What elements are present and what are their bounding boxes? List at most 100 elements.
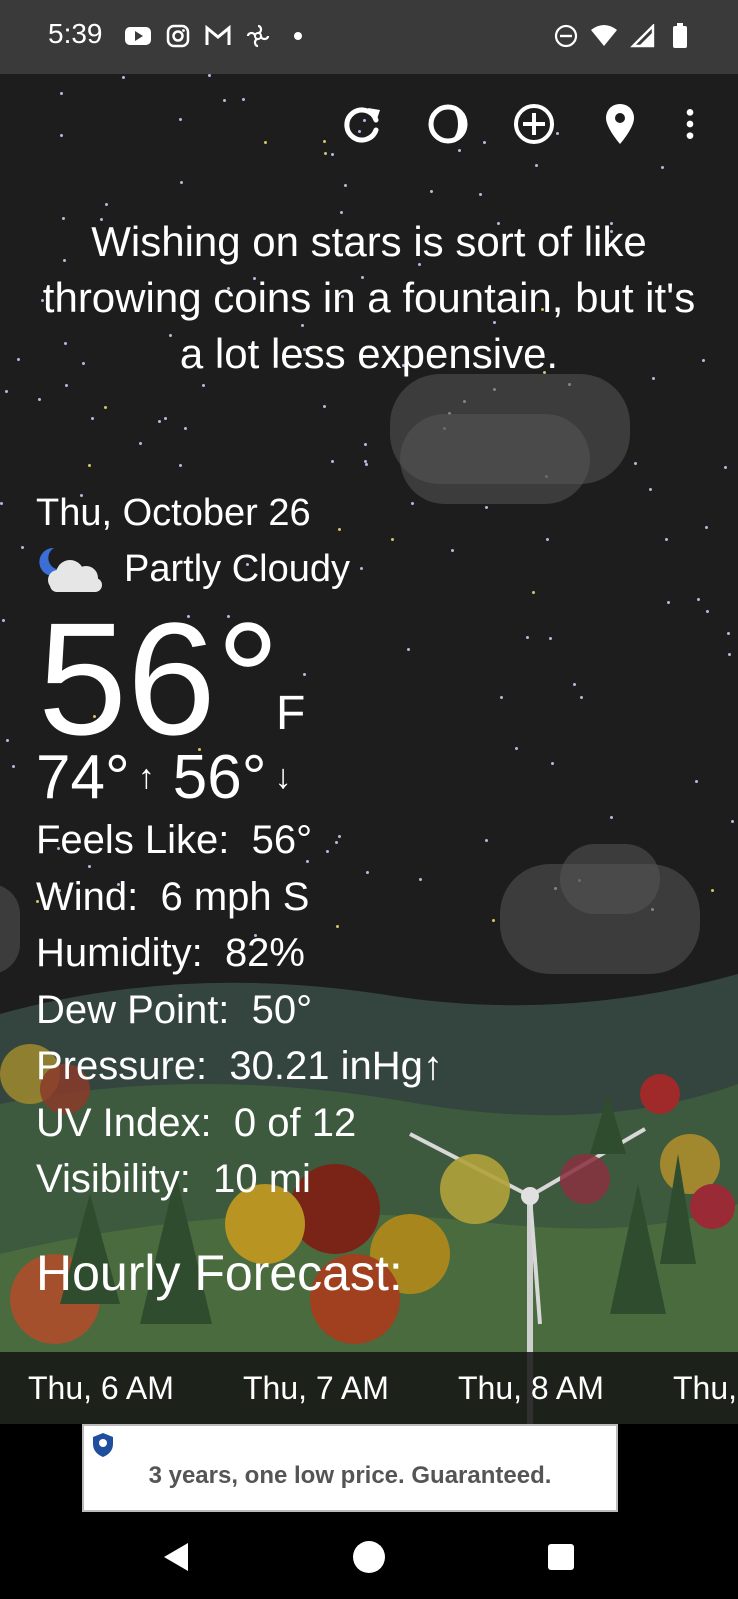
star: [391, 538, 394, 541]
star: [526, 636, 529, 639]
status-bar: 5:39: [0, 0, 738, 74]
star: [634, 462, 637, 465]
add-location-icon: [514, 104, 554, 144]
background-cloud: [400, 414, 590, 504]
star: [649, 488, 652, 491]
dnd-icon: [552, 22, 580, 50]
star: [407, 648, 410, 651]
home-icon: [353, 1541, 385, 1573]
star: [17, 358, 20, 361]
detail-pressure: Pressure: 30.21 inHg↑: [36, 1044, 443, 1088]
star: [365, 463, 368, 466]
star: [546, 538, 549, 541]
star: [184, 427, 187, 430]
star: [338, 528, 341, 531]
pinwheel-icon: [244, 22, 272, 50]
add-location-button[interactable]: [506, 96, 562, 152]
star: [411, 502, 414, 505]
hourly-item[interactable]: Thu,: [645, 1370, 738, 1407]
star: [731, 820, 734, 823]
star: [551, 762, 554, 765]
ad-text: 3 years, one low price. Guaranteed.: [148, 1462, 552, 1489]
pine-tree: [610, 1184, 666, 1314]
ad-banner[interactable]: 3 years, one low price. Guaranteed.: [82, 1424, 618, 1512]
tree-canopy: [640, 1074, 680, 1114]
recents-icon: [548, 1544, 574, 1570]
star: [728, 653, 731, 656]
star: [492, 919, 495, 922]
instagram-icon: [164, 22, 192, 50]
moon-phase-button[interactable]: [420, 96, 476, 152]
detail-dew-point: Dew Point: 50°: [36, 987, 313, 1032]
star: [711, 889, 714, 892]
detail-feels-like: Feels Like: 56°: [36, 818, 313, 862]
battery-icon: [666, 22, 694, 50]
wifi-icon: [590, 22, 618, 50]
star: [667, 601, 670, 604]
star: [451, 549, 454, 552]
star: [610, 816, 613, 819]
detail-visibility: Visibility: 10 mi: [36, 1157, 311, 1201]
hourly-item[interactable]: Thu, 6 AM: [0, 1370, 215, 1407]
location-button[interactable]: [592, 96, 648, 152]
star: [202, 384, 205, 387]
detail-wind: Wind: 6 mph S: [36, 874, 310, 919]
condition-row: Partly Cloudy: [36, 544, 350, 594]
refresh-icon: [344, 107, 380, 143]
star: [580, 696, 583, 699]
pine-tree: [660, 1154, 696, 1264]
home-button[interactable]: [344, 1532, 394, 1582]
star: [139, 442, 142, 445]
star: [6, 739, 9, 742]
star: [344, 184, 347, 187]
star: [360, 567, 363, 570]
star: [665, 538, 668, 541]
status-time: 5:39: [48, 18, 103, 49]
hourly-item[interactable]: Thu, 8 AM: [430, 1370, 645, 1407]
condition-text: Partly Cloudy: [124, 547, 350, 590]
star: [479, 193, 482, 196]
star: [485, 839, 488, 842]
star: [38, 398, 41, 401]
overflow-menu-button[interactable]: [670, 96, 710, 152]
tree-canopy: [560, 1154, 610, 1204]
star: [331, 153, 334, 156]
tree-canopy: [440, 1154, 510, 1224]
tree-canopy: [690, 1184, 735, 1229]
star: [122, 76, 125, 79]
star: [661, 166, 664, 169]
back-icon: [164, 1543, 188, 1571]
star: [532, 591, 535, 594]
star: [535, 164, 538, 167]
weather-quote: Wishing on stars is sort of like throwin…: [42, 218, 696, 377]
star: [706, 610, 709, 613]
shield-icon: [93, 1433, 113, 1457]
hourly-forecast-strip[interactable]: Thu, 6 AM Thu, 7 AM Thu, 8 AM Thu,: [0, 1352, 738, 1424]
weather-details: Feels Like: 56° Wind: 6 mph S Humidity: …: [36, 812, 443, 1208]
star: [104, 406, 107, 409]
star: [727, 632, 730, 635]
high-temp: 74°: [36, 743, 130, 812]
star: [549, 637, 552, 640]
star: [2, 619, 5, 622]
navigation-bar: [0, 1512, 738, 1599]
star: [208, 74, 211, 77]
star: [695, 780, 698, 783]
star: [364, 443, 367, 446]
star: [105, 203, 108, 206]
star: [5, 390, 8, 393]
recents-button[interactable]: [536, 1532, 586, 1582]
star: [500, 696, 503, 699]
star: [65, 384, 68, 387]
current-date: Thu, October 26: [36, 492, 311, 534]
high-low: 74° ↑ 56° ↓: [36, 742, 292, 813]
hourly-item[interactable]: Thu, 7 AM: [215, 1370, 430, 1407]
star: [91, 417, 94, 420]
star: [724, 466, 727, 469]
location-pin-icon: [606, 104, 634, 144]
signal-icon: [628, 22, 656, 50]
up-arrow-icon: ↑: [137, 758, 155, 796]
star: [573, 683, 576, 686]
back-button[interactable]: [152, 1532, 202, 1582]
refresh-button[interactable]: [334, 96, 390, 152]
